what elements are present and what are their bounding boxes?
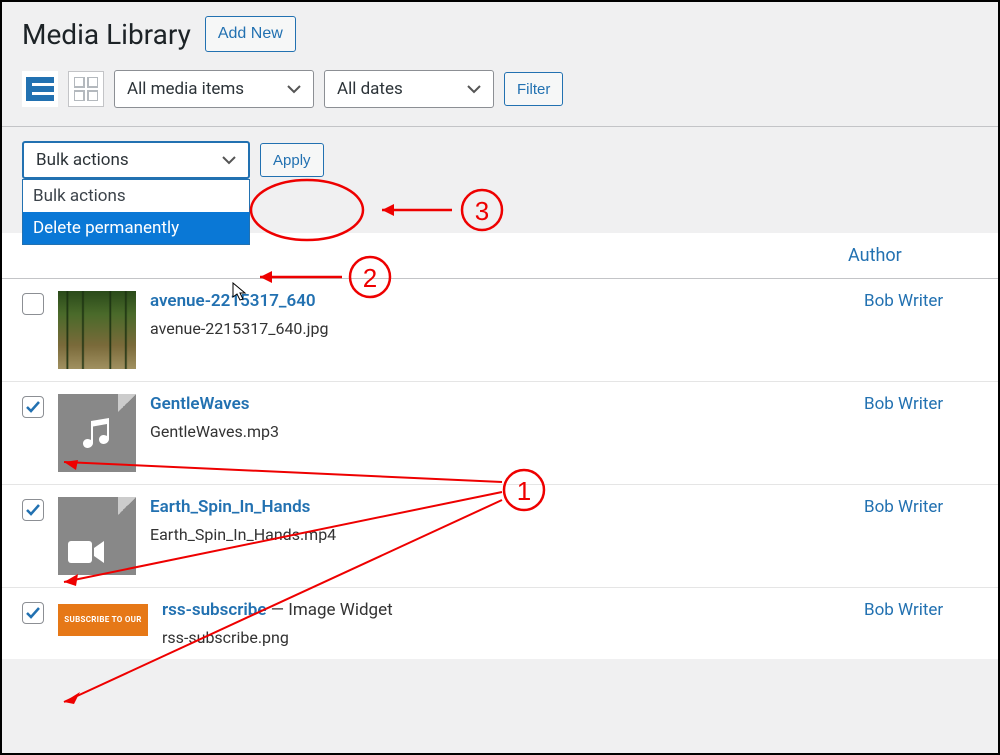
bulk-option-delete-permanently[interactable]: Delete permanently (23, 212, 249, 244)
chevron-down-icon (222, 150, 236, 170)
media-thumbnail (58, 291, 136, 369)
media-filename: rss-subscribe.png (162, 628, 850, 647)
chevron-down-icon (467, 79, 481, 99)
media-author[interactable]: Bob Writer (864, 497, 984, 517)
grid-view-button[interactable] (68, 71, 104, 107)
bulk-actions-select[interactable]: Bulk actions (22, 141, 250, 179)
row-checkbox[interactable] (22, 499, 44, 521)
media-row: avenue-2215317_640 avenue-2215317_640.jp… (2, 279, 998, 382)
media-author[interactable]: Bob Writer (864, 600, 984, 620)
list-view-icon (26, 77, 54, 101)
dates-value: All dates (337, 79, 403, 99)
svg-text:3: 3 (475, 196, 489, 226)
grid-view-icon (74, 77, 98, 101)
row-checkbox[interactable] (22, 396, 44, 418)
add-new-button[interactable]: Add New (205, 16, 296, 52)
media-author[interactable]: Bob Writer (864, 291, 984, 311)
media-title[interactable]: rss-subscribe — Image Widget (162, 600, 850, 620)
media-title[interactable]: Earth_Spin_In_Hands (150, 497, 850, 517)
media-type-value: All media items (127, 79, 244, 99)
filter-button[interactable]: Filter (504, 72, 563, 106)
media-filename: Earth_Spin_In_Hands.mp4 (150, 525, 850, 544)
media-thumbnail (58, 497, 136, 575)
media-author[interactable]: Bob Writer (864, 394, 984, 414)
mouse-cursor-icon (232, 282, 248, 306)
bulk-option-bulk-actions[interactable]: Bulk actions (23, 180, 249, 212)
apply-button[interactable]: Apply (260, 143, 324, 177)
media-type-select[interactable]: All media items (114, 70, 314, 108)
music-note-icon (77, 413, 117, 453)
media-filename: GentleWaves.mp3 (150, 422, 850, 441)
chevron-down-icon (287, 79, 301, 99)
media-row: Earth_Spin_In_Hands Earth_Spin_In_Hands.… (2, 485, 998, 588)
media-filename: avenue-2215317_640.jpg (150, 319, 850, 338)
bulk-actions-dropdown: Bulk actions Delete permanently (22, 179, 250, 245)
bulk-actions-value: Bulk actions (36, 150, 129, 170)
media-title[interactable]: GentleWaves (150, 394, 850, 414)
row-checkbox[interactable] (22, 293, 44, 315)
list-view-button[interactable] (22, 71, 58, 107)
media-thumbnail: SUBSCRIBE TO OUR (58, 600, 148, 640)
column-author[interactable]: Author (848, 245, 978, 266)
video-camera-icon (68, 539, 106, 565)
media-row: GentleWaves GentleWaves.mp3 Bob Writer (2, 382, 998, 485)
media-row: SUBSCRIBE TO OUR rss-subscribe — Image W… (2, 588, 998, 659)
media-thumbnail (58, 394, 136, 472)
page-title: Media Library (22, 18, 191, 51)
dates-select[interactable]: All dates (324, 70, 494, 108)
media-title[interactable]: avenue-2215317_640 (150, 291, 850, 311)
row-checkbox[interactable] (22, 602, 44, 624)
